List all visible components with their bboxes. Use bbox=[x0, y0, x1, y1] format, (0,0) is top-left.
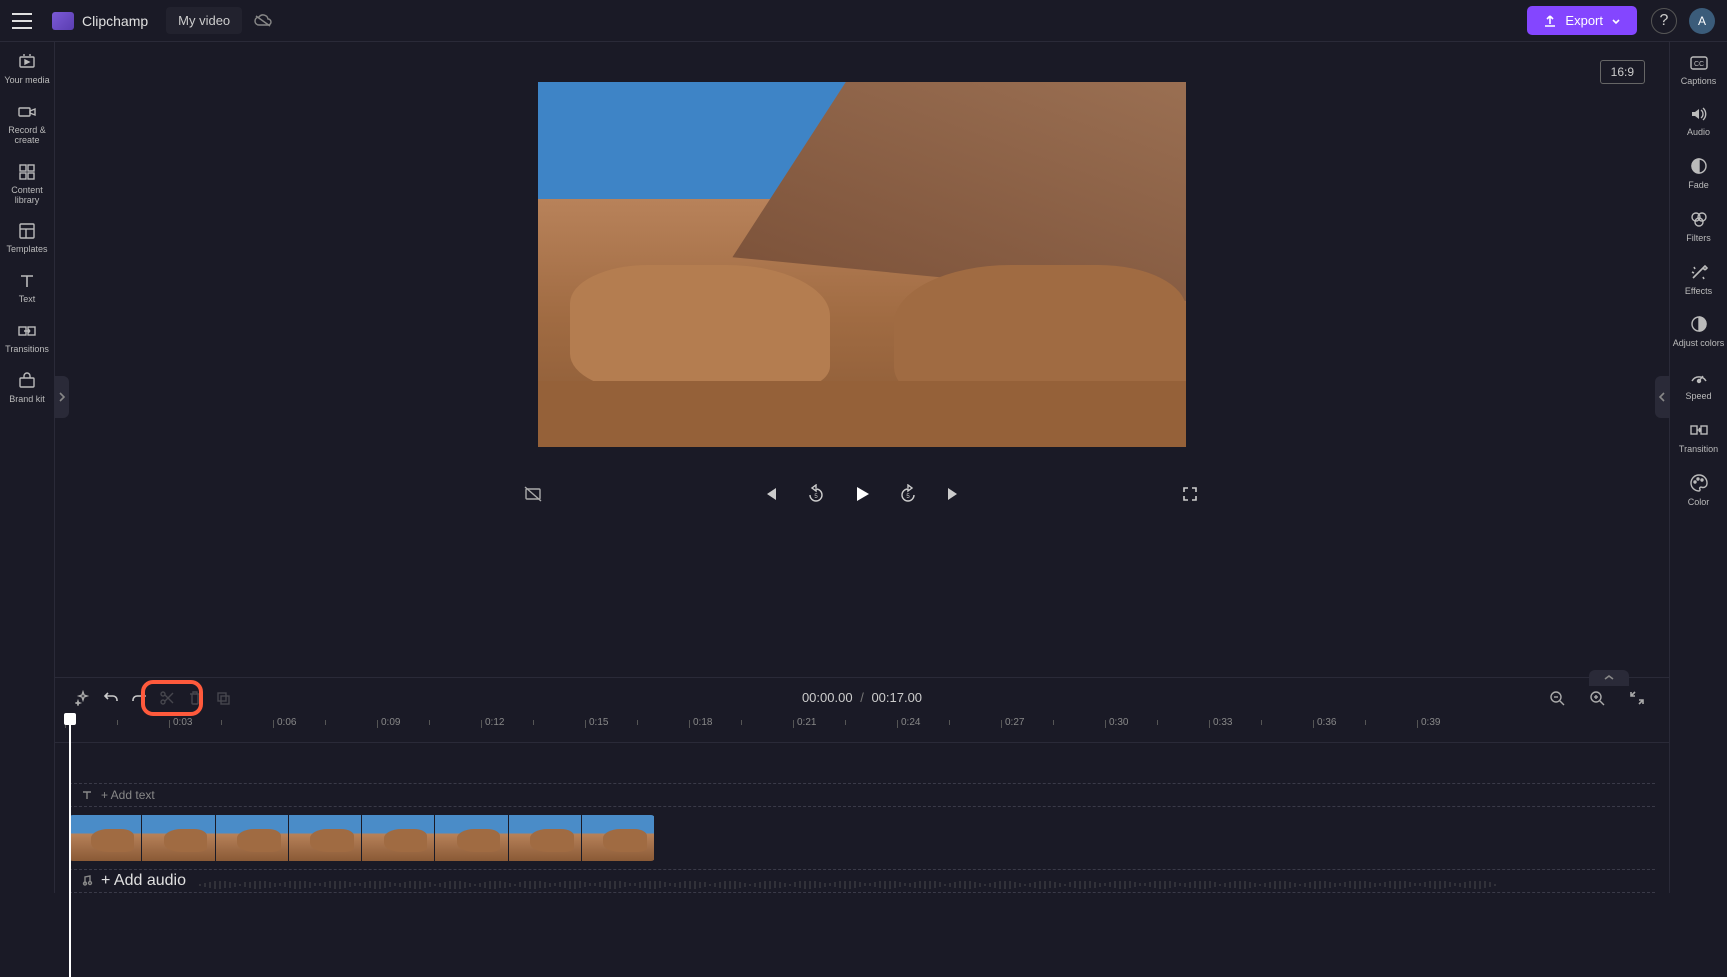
panel-item-color[interactable]: Color bbox=[1672, 473, 1726, 508]
ruler-mark: 0:36 bbox=[1317, 717, 1336, 728]
zoom-controls bbox=[1545, 686, 1653, 710]
sidebar-item-text[interactable]: Text bbox=[2, 271, 52, 305]
current-time: 00:00.00 bbox=[802, 690, 853, 705]
sidebar-item-your-media[interactable]: Your media bbox=[2, 52, 52, 86]
fullscreen-button[interactable] bbox=[1178, 482, 1202, 506]
playhead[interactable] bbox=[69, 717, 71, 977]
sidebar-item-record-create[interactable]: Record & create bbox=[2, 102, 52, 146]
ruler-mark: 0:15 bbox=[589, 717, 608, 728]
delete-button[interactable] bbox=[183, 686, 207, 710]
play-button[interactable] bbox=[850, 482, 874, 506]
add-text-label: + Add text bbox=[101, 788, 155, 802]
redo-button[interactable] bbox=[127, 686, 151, 710]
help-button[interactable]: ? bbox=[1651, 8, 1677, 34]
zoom-fit-button[interactable] bbox=[1625, 686, 1649, 710]
skip-to-start-button[interactable] bbox=[758, 482, 782, 506]
hide-preview-icon[interactable] bbox=[522, 482, 546, 506]
timeline-ruler[interactable]: 00:030:060:090:120:150:180:210:240:270:3… bbox=[55, 717, 1669, 743]
menu-button[interactable] bbox=[12, 13, 32, 29]
audio-track[interactable]: + Add audio bbox=[69, 869, 1655, 893]
expand-timeline-button[interactable] bbox=[1589, 670, 1629, 686]
panel-item-audio[interactable]: Audio bbox=[1672, 105, 1726, 138]
ruler-mark: 0:03 bbox=[173, 717, 192, 728]
app-name: Clipchamp bbox=[82, 13, 148, 29]
audio-waveform-placeholder bbox=[199, 876, 1655, 886]
svg-text:CC: CC bbox=[1693, 61, 1703, 68]
timeline-toolbar: 00:00.00 / 00:17.00 bbox=[55, 677, 1669, 717]
skip-forward-button[interactable]: 5 bbox=[896, 482, 920, 506]
right-sidebar: CC Captions Audio Fade Filters Effects A… bbox=[1669, 42, 1727, 893]
panel-item-effects[interactable]: Effects bbox=[1672, 262, 1726, 297]
skip-to-end-button[interactable] bbox=[942, 482, 966, 506]
split-button[interactable] bbox=[155, 686, 179, 710]
export-label: Export bbox=[1565, 13, 1603, 28]
ruler-mark: 0:06 bbox=[277, 717, 296, 728]
timecode: 00:00.00 / 00:17.00 bbox=[802, 690, 922, 705]
export-button[interactable]: Export bbox=[1527, 6, 1637, 35]
sidebar-item-content-library[interactable]: Content library bbox=[2, 162, 52, 206]
panel-item-speed[interactable]: Speed bbox=[1672, 367, 1726, 402]
project-name[interactable]: My video bbox=[166, 7, 242, 34]
video-clip[interactable] bbox=[69, 815, 655, 861]
panel-item-captions[interactable]: CC Captions bbox=[1672, 54, 1726, 87]
ruler-mark: 0:30 bbox=[1109, 717, 1128, 728]
svg-text:5: 5 bbox=[814, 494, 818, 500]
sidebar-item-templates[interactable]: Templates bbox=[2, 221, 52, 255]
preview-canvas[interactable] bbox=[538, 82, 1186, 447]
zoom-out-button[interactable] bbox=[1545, 686, 1569, 710]
avatar[interactable]: A bbox=[1689, 8, 1715, 34]
panel-item-fade[interactable]: Fade bbox=[1672, 156, 1726, 191]
player-controls: 5 5 bbox=[522, 482, 1202, 506]
ruler-mark: 0:18 bbox=[693, 717, 712, 728]
ruler-mark: 0:12 bbox=[485, 717, 504, 728]
panel-item-filters[interactable]: Filters bbox=[1672, 209, 1726, 244]
total-time: 00:17.00 bbox=[871, 690, 922, 705]
undo-button[interactable] bbox=[99, 686, 123, 710]
panel-item-adjust-colors[interactable]: Adjust colors bbox=[1672, 314, 1726, 349]
text-icon bbox=[81, 789, 93, 801]
cloud-sync-off-icon[interactable] bbox=[254, 14, 272, 28]
sidebar-item-transitions[interactable]: Transitions bbox=[2, 321, 52, 355]
music-icon bbox=[81, 875, 93, 887]
ruler-mark: 0:24 bbox=[901, 717, 920, 728]
zoom-in-button[interactable] bbox=[1585, 686, 1609, 710]
clipchamp-icon bbox=[52, 12, 74, 30]
left-sidebar: Your media Record & create Content libra… bbox=[0, 42, 55, 893]
ruler-mark: 0:39 bbox=[1421, 717, 1440, 728]
svg-text:5: 5 bbox=[906, 494, 910, 500]
skip-back-button[interactable]: 5 bbox=[804, 482, 828, 506]
preview-area: 16:9 5 5 bbox=[55, 42, 1669, 677]
panel-item-transition[interactable]: Transition bbox=[1672, 420, 1726, 455]
ruler-mark: 0:09 bbox=[381, 717, 400, 728]
ruler-mark: 0:21 bbox=[797, 717, 816, 728]
aspect-ratio-button[interactable]: 16:9 bbox=[1600, 60, 1645, 84]
ruler-mark: 0:33 bbox=[1213, 717, 1232, 728]
add-audio-label: + Add audio bbox=[101, 872, 186, 890]
main-area: 16:9 5 5 bbox=[55, 42, 1669, 893]
duplicate-button[interactable] bbox=[211, 686, 235, 710]
app-logo[interactable]: Clipchamp bbox=[52, 12, 148, 30]
text-track[interactable]: + Add text bbox=[69, 783, 1655, 807]
magic-button[interactable] bbox=[71, 686, 95, 710]
sidebar-item-brand-kit[interactable]: Brand kit bbox=[2, 371, 52, 405]
timeline-tracks: + Add text + Add audio bbox=[55, 743, 1669, 893]
ruler-mark: 0:27 bbox=[1005, 717, 1024, 728]
topbar: Clipchamp My video Export ? A bbox=[0, 0, 1727, 42]
